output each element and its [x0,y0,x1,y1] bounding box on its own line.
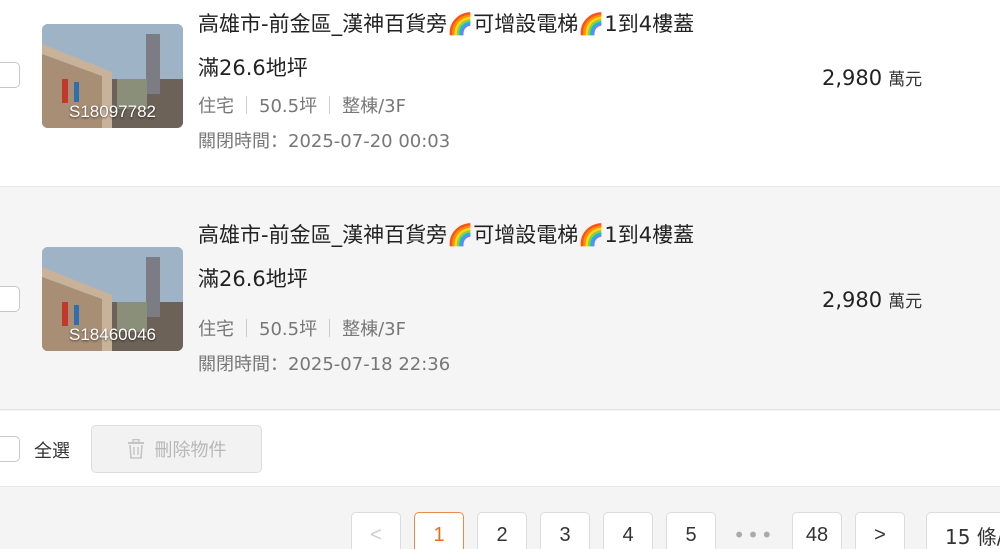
next-page-button[interactable]: > [855,512,905,549]
bulk-actions-bar: 全選 刪除物件 [0,411,1000,487]
select-all-checkbox[interactable] [0,436,20,462]
meta-divider [329,319,331,337]
listing-type: 住宅 [198,319,234,340]
listing-checkbox[interactable] [0,286,20,312]
listing-meta: 住宅 50.5坪 整棟/3F [198,92,406,118]
listing-closed-time: 關閉時間：2025-07-18 22:36 [198,354,451,375]
page-button-2[interactable]: 2 [477,512,527,549]
pagination: < 1 2 3 4 5 ••• 48 > [351,512,918,549]
page-size-select[interactable]: 15 條/ [926,512,1000,549]
delete-button-label: 刪除物件 [154,440,227,461]
listing-closed-time: 關閉時間：2025-07-20 00:03 [198,131,451,152]
listing-thumbnail[interactable]: S18097782 [42,24,183,128]
listing-floor: 整棟/3F [342,319,406,340]
listing-title-line2: 滿26.6地坪 [198,56,308,80]
price-unit: 萬元 [888,70,923,90]
listing-title[interactable]: 高雄市-前金區_漢神百貨旁🌈可增設電梯🌈1到4樓蓋 滿26.6地坪 [198,213,798,301]
listing-meta: 住宅 50.5坪 整棟/3F [198,315,406,341]
chevron-right-icon: > [874,523,886,546]
listing-code: S18097782 [69,102,156,121]
listing-price: 2,980 萬元 [822,287,922,312]
listing-type: 住宅 [198,96,234,117]
meta-divider [246,319,247,337]
listing-area: 50.5坪 [259,319,318,340]
price-value: 2,980 [822,288,883,312]
page-button-1[interactable]: 1 [414,512,464,549]
prev-page-button[interactable]: < [351,512,401,549]
page-button-last[interactable]: 48 [792,512,842,549]
meta-divider [329,96,331,114]
listing-code: S18460046 [69,325,156,344]
page-button-4[interactable]: 4 [603,512,653,549]
delete-listings-button[interactable]: 刪除物件 [91,425,262,473]
listing-area: 50.5坪 [259,96,318,117]
listing-title-line1: 高雄市-前金區_漢神百貨旁🌈可增設電梯🌈1到4樓蓋 [198,12,695,36]
select-all-label[interactable]: 全選 [34,437,70,463]
page-button-5[interactable]: 5 [666,512,716,549]
page-button-3[interactable]: 3 [540,512,590,549]
meta-divider [246,96,247,114]
listing-title-line1: 高雄市-前金區_漢神百貨旁🌈可增設電梯🌈1到4樓蓋 [198,223,695,247]
listing-price: 2,980 萬元 [822,65,922,90]
chevron-left-icon: < [370,523,382,546]
price-value: 2,980 [822,66,883,90]
trash-icon [127,439,145,459]
page-ellipsis[interactable]: ••• [729,512,779,549]
listing-title[interactable]: 高雄市-前金區_漢神百貨旁🌈可增設電梯🌈1到4樓蓋 滿26.6地坪 [198,2,798,90]
price-unit: 萬元 [888,292,923,312]
listing-title-line2: 滿26.6地坪 [198,267,308,291]
listing-checkbox[interactable] [0,62,20,88]
listing-floor: 整棟/3F [342,96,406,117]
listing-thumbnail[interactable]: S18460046 [42,247,183,351]
listing-row[interactable]: S18097782 高雄市-前金區_漢神百貨旁🌈可增設電梯🌈1到4樓蓋 滿26.… [0,0,1000,187]
